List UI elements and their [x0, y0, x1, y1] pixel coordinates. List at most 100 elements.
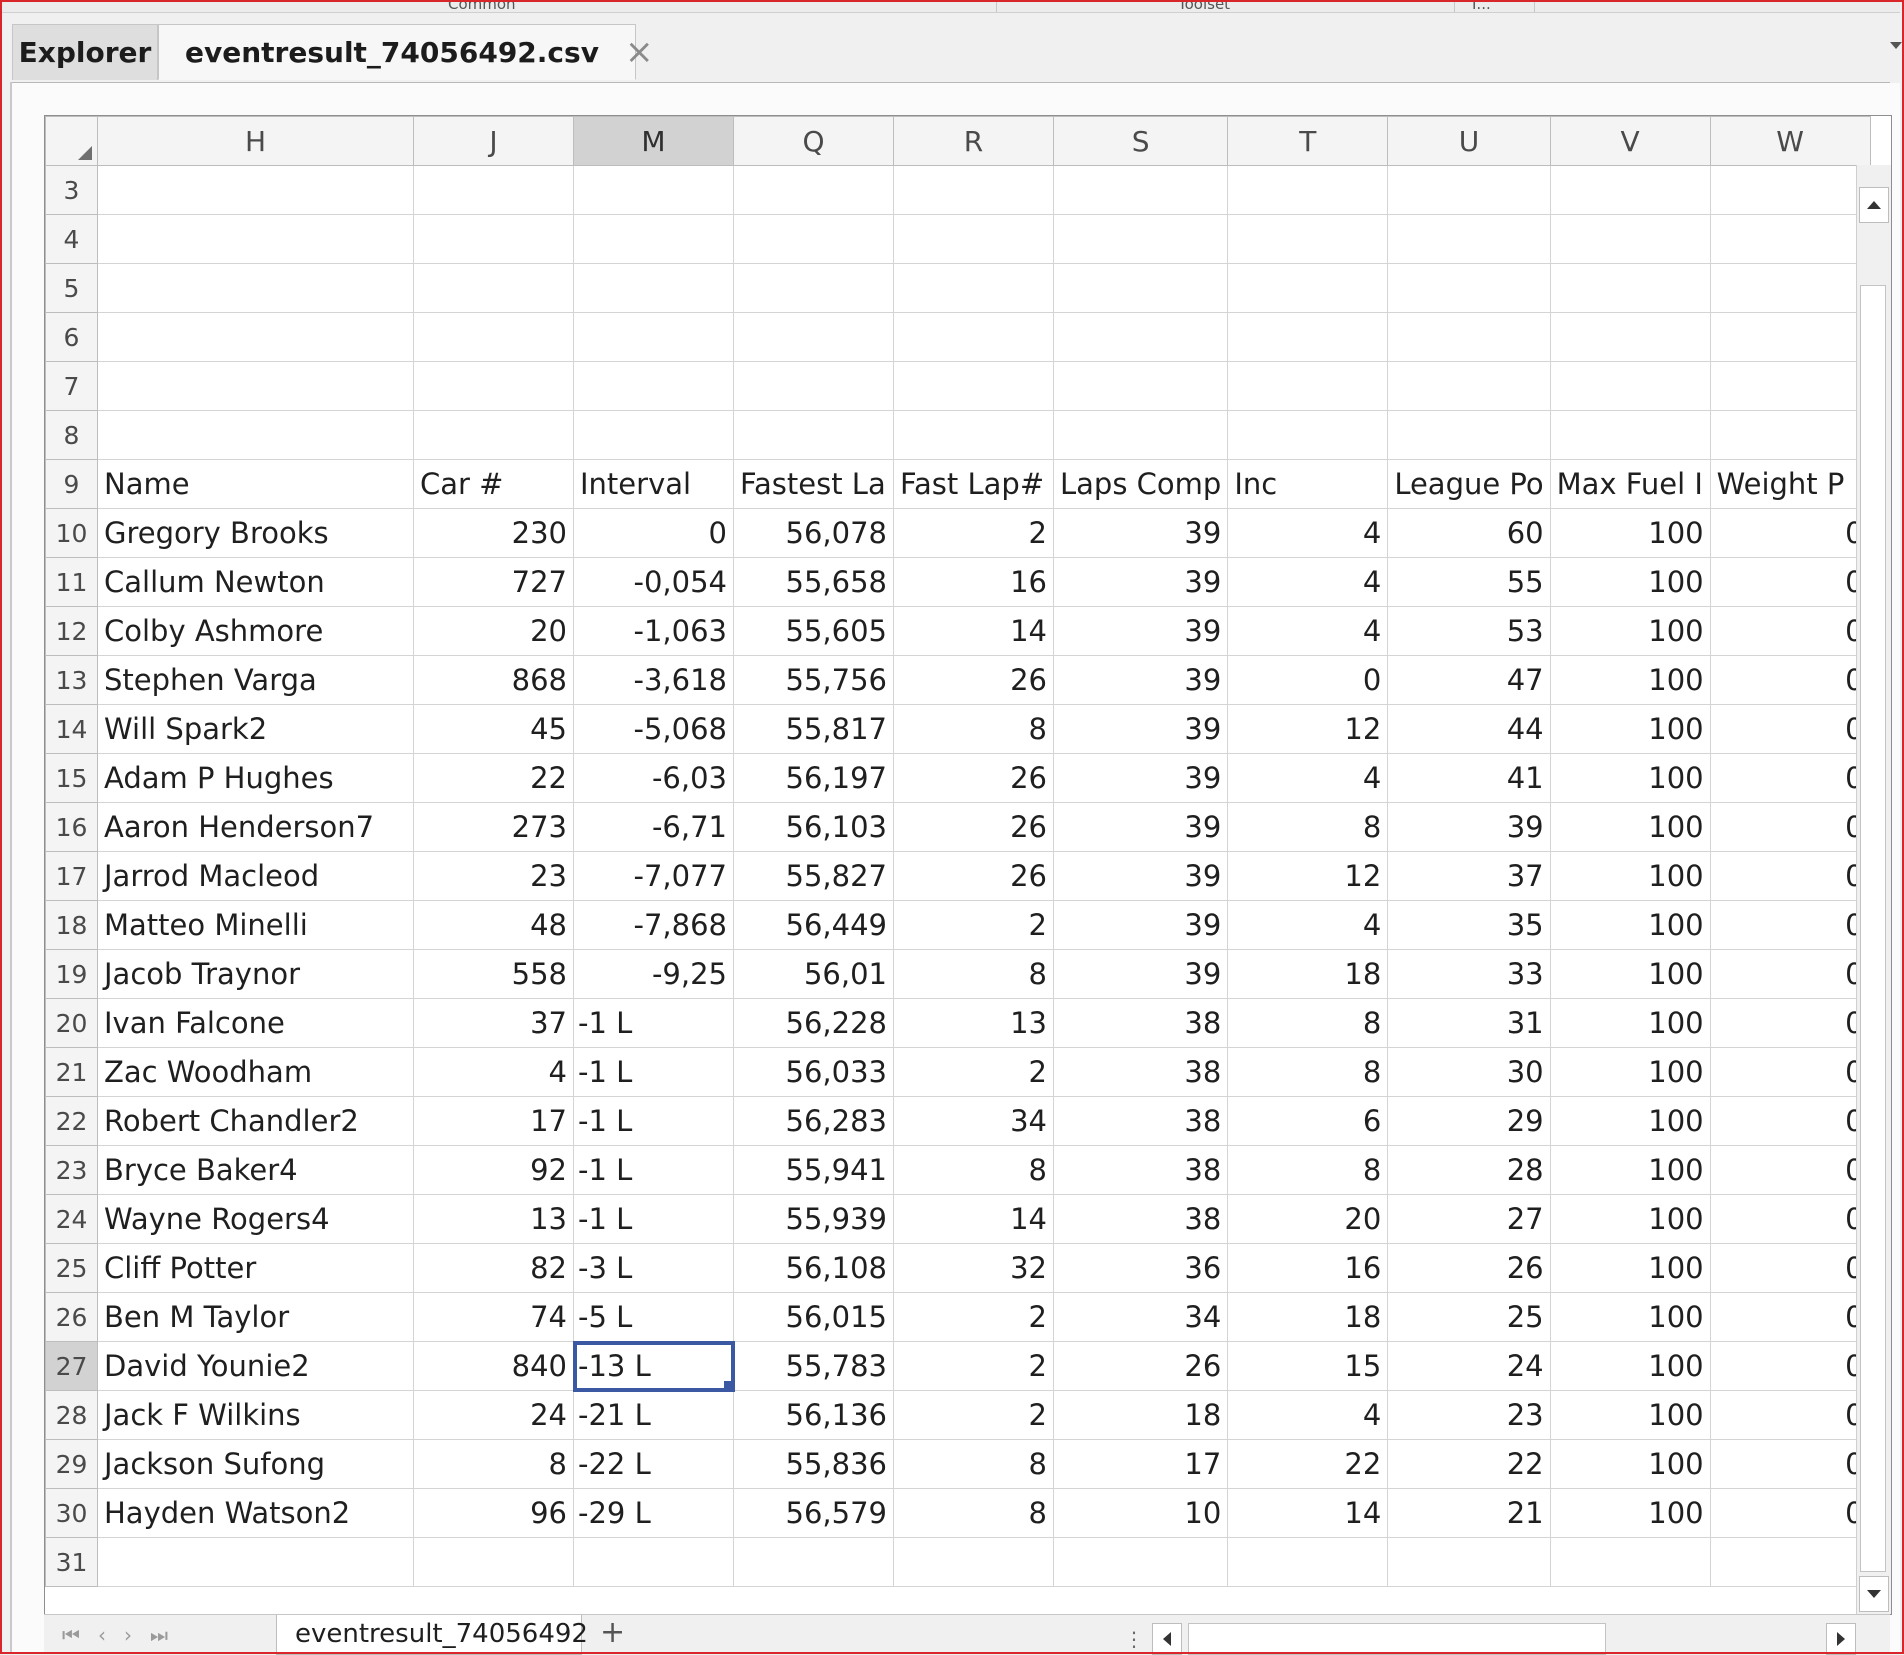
cell[interactable]: 8	[893, 704, 1054, 754]
cell-driver-name[interactable]: Gregory Brooks	[97, 508, 414, 558]
cell[interactable]: 44	[1387, 704, 1551, 754]
row-header-17[interactable]: 17	[45, 851, 98, 901]
cell-driver-name[interactable]: Bryce Baker4	[97, 1145, 414, 1195]
cell[interactable]: 56,015	[733, 1292, 894, 1342]
cell[interactable]: 8	[1227, 1047, 1389, 1097]
select-all-corner[interactable]	[45, 116, 98, 166]
cell[interactable]: -6,71	[573, 802, 734, 852]
vertical-scrollbar[interactable]	[1856, 165, 1891, 1614]
cell[interactable]: -7,077	[573, 851, 734, 901]
cell[interactable]	[1709, 263, 1871, 313]
cell[interactable]	[413, 410, 574, 460]
cell[interactable]: 47	[1387, 655, 1551, 705]
cell[interactable]	[1052, 1537, 1229, 1587]
cell[interactable]: 45	[413, 704, 574, 754]
cell[interactable]: 100	[1549, 1194, 1711, 1244]
cell[interactable]: 0	[1709, 1145, 1871, 1195]
cell[interactable]: -1 L	[573, 1194, 734, 1244]
cell[interactable]	[1052, 165, 1229, 215]
cell[interactable]: 92	[413, 1145, 574, 1195]
cell[interactable]: 22	[1387, 1439, 1551, 1489]
cell[interactable]	[893, 410, 1054, 460]
cell[interactable]: 34	[1052, 1292, 1229, 1342]
row-header-11[interactable]: 11	[45, 557, 98, 607]
cell[interactable]: -1 L	[573, 1096, 734, 1146]
cell[interactable]	[1052, 214, 1229, 264]
cell-driver-name[interactable]: Colby Ashmore	[97, 606, 414, 656]
cell[interactable]: 55,605	[733, 606, 894, 656]
row-header-3[interactable]: 3	[45, 165, 98, 215]
cell[interactable]: 37	[1387, 851, 1551, 901]
row-header-13[interactable]: 13	[45, 655, 98, 705]
cell[interactable]: 26	[1052, 1341, 1229, 1391]
scroll-right-button[interactable]	[1826, 1623, 1856, 1655]
active-cell[interactable]: -13 L	[572, 1340, 735, 1392]
cell[interactable]: 0	[1709, 1439, 1871, 1489]
cell[interactable]	[1227, 165, 1389, 215]
cell[interactable]	[1052, 410, 1229, 460]
cell[interactable]: 82	[413, 1243, 574, 1293]
cell[interactable]: 56,103	[733, 802, 894, 852]
cell[interactable]: 0	[1709, 508, 1871, 558]
cell[interactable]	[733, 214, 894, 264]
cell[interactable]	[1387, 410, 1551, 460]
cell-driver-name[interactable]: Ben M Taylor	[97, 1292, 414, 1342]
cell[interactable]: 36	[1052, 1243, 1229, 1293]
cell-driver-name[interactable]: Jack F Wilkins	[97, 1390, 414, 1440]
cell[interactable]	[1227, 312, 1389, 362]
row-header-23[interactable]: 23	[45, 1145, 98, 1195]
cell[interactable]	[1709, 1537, 1871, 1587]
row-header-18[interactable]: 18	[45, 900, 98, 950]
row-header-7[interactable]: 7	[45, 361, 98, 411]
cell[interactable]	[1709, 361, 1871, 411]
cell[interactable]: 48	[413, 900, 574, 950]
cell[interactable]	[573, 361, 734, 411]
cell-header-label[interactable]: Weight P	[1709, 459, 1871, 509]
cell[interactable]	[893, 263, 1054, 313]
cell[interactable]: 38	[1052, 1047, 1229, 1097]
cell[interactable]: 0	[1709, 704, 1871, 754]
cell-header-label[interactable]: Laps Comp	[1052, 459, 1229, 509]
cell[interactable]: 100	[1549, 1243, 1711, 1293]
cell[interactable]	[97, 165, 414, 215]
cell[interactable]	[1549, 410, 1711, 460]
cell[interactable]: 2	[893, 508, 1054, 558]
cell[interactable]: 100	[1549, 1096, 1711, 1146]
cell[interactable]: 15	[1227, 1341, 1389, 1391]
cell[interactable]	[1227, 410, 1389, 460]
cell[interactable]: 56,078	[733, 508, 894, 558]
cell[interactable]: 23	[1387, 1390, 1551, 1440]
cell-driver-name[interactable]: Jacob Traynor	[97, 949, 414, 999]
cell[interactable]: 26	[893, 851, 1054, 901]
cell[interactable]: 14	[1227, 1488, 1389, 1538]
cell[interactable]: 55,756	[733, 655, 894, 705]
cell[interactable]	[1387, 165, 1551, 215]
row-header-5[interactable]: 5	[45, 263, 98, 313]
cell[interactable]: 38	[1052, 1145, 1229, 1195]
row-header-9[interactable]: 9	[45, 459, 98, 509]
close-icon[interactable]: ×	[625, 35, 654, 69]
cell[interactable]: 17	[413, 1096, 574, 1146]
cell[interactable]: 56,108	[733, 1243, 894, 1293]
cell[interactable]	[733, 410, 894, 460]
fill-handle[interactable]	[724, 1381, 733, 1390]
cell[interactable]	[413, 312, 574, 362]
cell[interactable]: 2	[893, 900, 1054, 950]
cell[interactable]	[573, 410, 734, 460]
cell[interactable]	[893, 361, 1054, 411]
tab-overflow-arrow-icon[interactable]	[1890, 42, 1902, 49]
cell[interactable]: 100	[1549, 704, 1711, 754]
cell-driver-name[interactable]: Matteo Minelli	[97, 900, 414, 950]
cell[interactable]: -21 L	[573, 1390, 734, 1440]
cell[interactable]: 74	[413, 1292, 574, 1342]
cell[interactable]: 56,449	[733, 900, 894, 950]
row-header-10[interactable]: 10	[45, 508, 98, 558]
cell[interactable]: 0	[1709, 606, 1871, 656]
cell[interactable]: -1 L	[573, 998, 734, 1048]
cell[interactable]: 27	[1387, 1194, 1551, 1244]
cell[interactable]	[97, 410, 414, 460]
sheet-tab-eventresult[interactable]: eventresult_74056492	[276, 1615, 588, 1655]
cell[interactable]	[1387, 361, 1551, 411]
cell[interactable]: 55,827	[733, 851, 894, 901]
cell[interactable]: -22 L	[573, 1439, 734, 1489]
